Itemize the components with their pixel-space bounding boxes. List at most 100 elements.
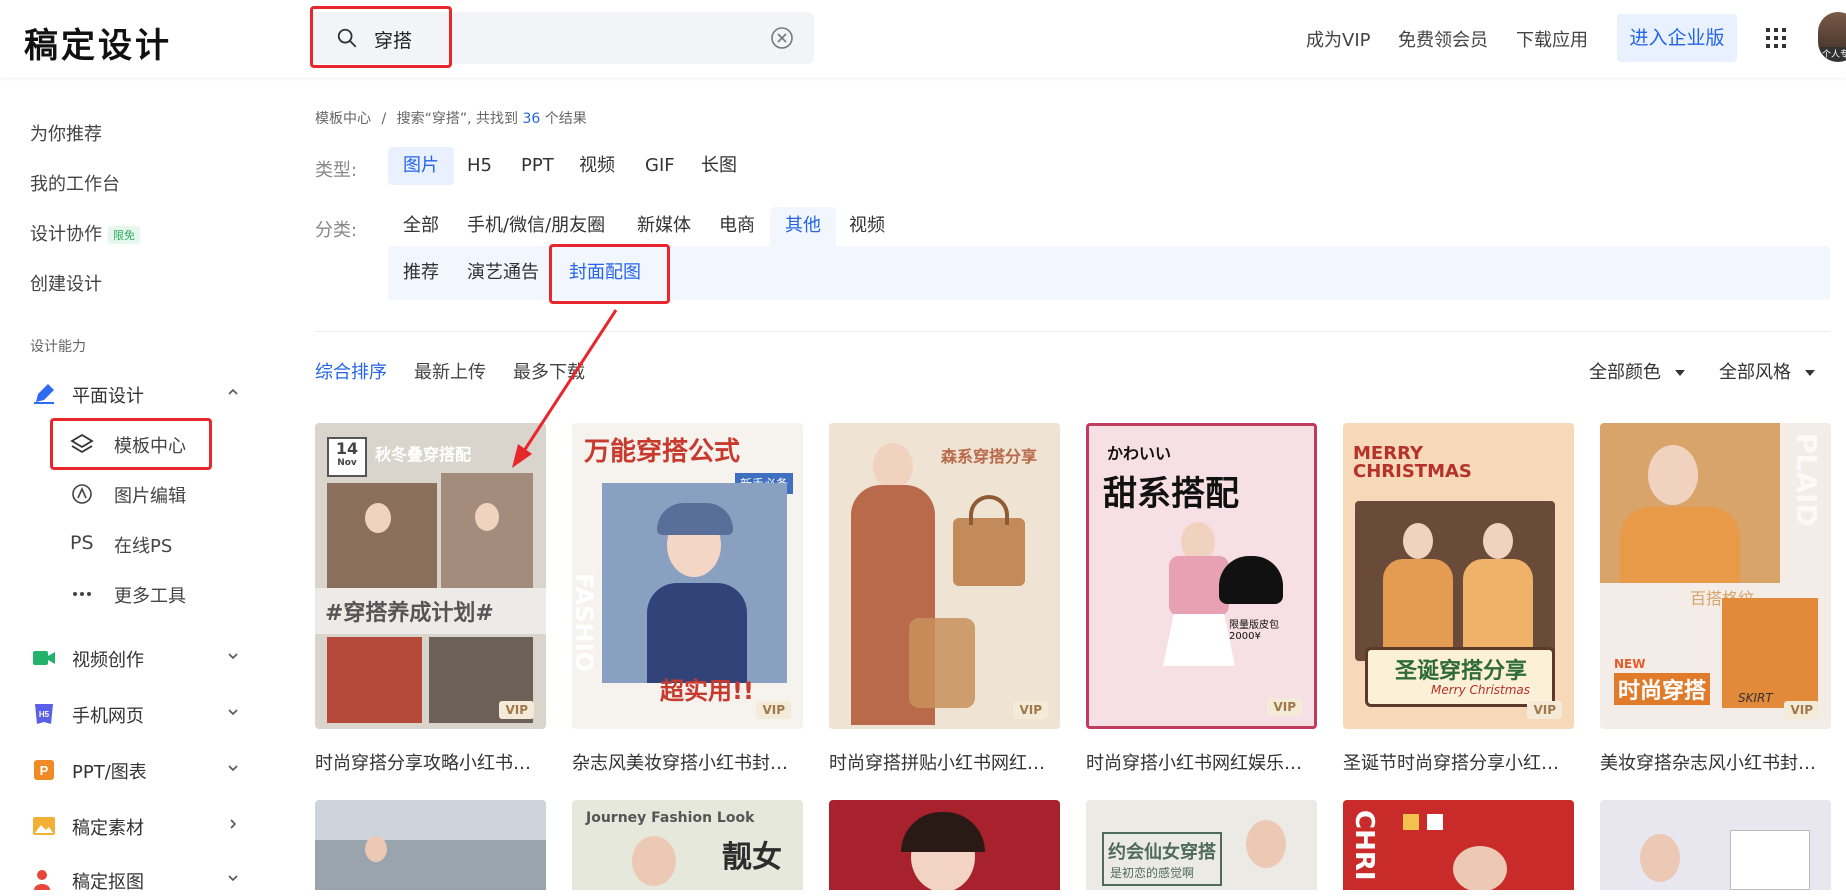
hair xyxy=(901,812,985,852)
type-chip-gif[interactable]: GIF xyxy=(630,147,690,185)
template-card[interactable]: 约会仙女穿搭 是初恋的感觉啊 xyxy=(1086,800,1317,890)
template-card[interactable]: 万能穿搭公式 新手必备 FASHIO 超实用!! VIP xyxy=(572,423,803,729)
vip-badge: VIP xyxy=(756,701,791,719)
nav-video-label: 视频创作 xyxy=(72,650,144,671)
template-card[interactable]: 森系穿搭分享 VIP xyxy=(829,423,1060,729)
template-card[interactable]: CHRI xyxy=(1343,800,1574,890)
card-new: NEW xyxy=(1614,657,1646,671)
breadcrumb: 模板中心 / 搜索“穿搭”, 共找到 36 个结果 xyxy=(315,108,587,128)
caret-down-icon xyxy=(1675,370,1685,376)
subcategory-cover[interactable]: 封面配图 xyxy=(554,254,656,292)
card-caption[interactable]: 美妆穿搭杂志风小红书封面... xyxy=(1600,749,1831,775)
card-caption[interactable]: 时尚穿搭拼贴小红书网红娱... xyxy=(829,749,1060,775)
nav-workspace[interactable]: 我的工作台 xyxy=(30,170,120,196)
card-subtitle: 时尚穿搭 xyxy=(1614,673,1711,705)
category-chip-new-media[interactable]: 新媒体 xyxy=(622,207,706,245)
face xyxy=(1403,523,1433,559)
outfit xyxy=(1383,559,1453,659)
card-caption[interactable]: 杂志风美妆穿搭小红书封面... xyxy=(572,749,803,775)
category-chip-other[interactable]: 其他 xyxy=(770,207,836,246)
enterprise-button[interactable]: 进入企业版 xyxy=(1617,14,1737,62)
style-filter-dropdown[interactable]: 全部风格 xyxy=(1719,358,1815,384)
search-icon xyxy=(337,28,357,48)
face xyxy=(632,836,676,886)
card-title: Journey Fashion Look xyxy=(586,810,755,826)
template-card[interactable]: PLAID 百搭格纹 NEW 时尚穿搭 SKIRT VIP xyxy=(1600,423,1831,729)
nav-collaboration[interactable]: 设计协作 限免 xyxy=(30,220,140,246)
bag-handle xyxy=(969,495,1009,525)
nav-graphic-design[interactable]: 平面设计 xyxy=(30,380,240,410)
face xyxy=(1483,523,1513,559)
become-vip-link[interactable]: 成为VIP xyxy=(1306,26,1370,52)
nav-cutout[interactable]: 稿定抠图 xyxy=(30,866,240,896)
template-card[interactable] xyxy=(1600,800,1831,890)
sub-online-ps[interactable]: PS 在线PS xyxy=(70,530,230,560)
layers-icon xyxy=(70,433,94,454)
chevron-down-icon xyxy=(228,765,238,772)
outfit xyxy=(1620,507,1740,583)
sub-template-center[interactable]: 模板中心 xyxy=(70,430,230,460)
category-chip-mobile[interactable]: 手机/微信/朋友圈 xyxy=(452,207,620,245)
sort-newest[interactable]: 最新上传 xyxy=(414,358,486,384)
type-chip-h5[interactable]: H5 xyxy=(452,147,507,185)
ps-icon: PS xyxy=(70,532,94,554)
face xyxy=(1246,820,1286,868)
category-chip-ecommerce[interactable]: 电商 xyxy=(704,207,770,245)
template-card[interactable]: 14 Nov 秋冬叠穿搭配 #穿搭养成计划# VIP xyxy=(315,423,546,729)
clear-search-icon[interactable] xyxy=(770,26,794,50)
color-filter-dropdown[interactable]: 全部颜色 xyxy=(1589,358,1685,384)
face xyxy=(1453,846,1507,890)
breadcrumb-root[interactable]: 模板中心 xyxy=(315,111,371,127)
free-membership-link[interactable]: 免费领会员 xyxy=(1398,26,1488,52)
category-chip-video[interactable]: 视频 xyxy=(834,207,900,245)
card-caption[interactable]: 时尚穿搭分享攻略小红书封... xyxy=(315,749,546,775)
template-card[interactable]: MERRY CHRISTMAS 圣诞穿搭分享 Merry Christmas V… xyxy=(1343,423,1574,729)
outfit xyxy=(647,583,747,683)
search-box[interactable]: 穿搭 xyxy=(310,12,814,64)
nav-create-design[interactable]: 创建设计 xyxy=(30,270,102,296)
subcategory-performance[interactable]: 演艺通告 xyxy=(452,254,554,292)
photo-placeholder xyxy=(327,637,422,723)
sub-image-edit[interactable]: 图片编辑 xyxy=(70,480,230,510)
nav-ppt[interactable]: P PPT/图表 xyxy=(30,756,240,786)
avatar[interactable]: 个人专 xyxy=(1818,12,1846,62)
template-card[interactable]: Journey Fashion Look 靓女 xyxy=(572,800,803,890)
beret xyxy=(657,503,733,535)
type-chip-image[interactable]: 图片 xyxy=(388,147,454,185)
skirt xyxy=(1163,614,1235,666)
nav-cutout-label: 稿定抠图 xyxy=(72,872,144,893)
card-title: 森系穿搭分享 xyxy=(941,447,1038,466)
ornament xyxy=(1427,814,1443,830)
nav-video[interactable]: 视频创作 xyxy=(30,644,240,674)
sort-overall[interactable]: 综合排序 xyxy=(315,358,387,384)
sub-more-tools-label: 更多工具 xyxy=(114,586,186,607)
top-bar: 稿定设计 穿搭 成为VIP 免费领会员 下载应用 进入企业版 个人专 xyxy=(0,0,1846,78)
sub-more-tools[interactable]: 更多工具 xyxy=(70,580,230,610)
nav-material[interactable]: 稿定素材 xyxy=(30,812,240,842)
ppt-icon: P xyxy=(34,760,54,780)
apps-grid-icon[interactable] xyxy=(1766,28,1786,48)
ornament xyxy=(1403,814,1419,830)
nav-recommended[interactable]: 为你推荐 xyxy=(30,120,102,146)
sort-most-downloaded[interactable]: 最多下载 xyxy=(513,358,585,384)
video-icon xyxy=(33,651,55,665)
search-input[interactable]: 穿搭 xyxy=(374,26,412,53)
shoes xyxy=(909,618,975,708)
type-chip-long-image[interactable]: 长图 xyxy=(686,147,752,185)
category-chip-all[interactable]: 全部 xyxy=(388,207,454,245)
nav-h5[interactable]: H5 手机网页 xyxy=(30,700,240,730)
template-card[interactable] xyxy=(829,800,1060,890)
logo[interactable]: 稿定设计 xyxy=(24,18,172,67)
template-card[interactable]: かわいい 甜系搭配 限量版皮包 2000¥ VIP xyxy=(1086,423,1317,729)
chevron-right-icon xyxy=(230,819,237,829)
type-chip-ppt[interactable]: PPT xyxy=(506,147,569,185)
card-caption[interactable]: 圣诞节时尚穿搭分享小红书... xyxy=(1343,749,1574,775)
subcategory-recommend[interactable]: 推荐 xyxy=(388,254,454,292)
sub-template-center-label: 模板中心 xyxy=(114,436,186,457)
date-badge: 14 Nov xyxy=(327,437,367,477)
card-caption[interactable]: 时尚穿搭小红书网红娱乐封... xyxy=(1086,749,1317,775)
download-app-link[interactable]: 下载应用 xyxy=(1516,26,1588,52)
type-chip-video[interactable]: 视频 xyxy=(564,147,630,185)
template-card[interactable] xyxy=(315,800,546,890)
face xyxy=(1640,834,1680,882)
